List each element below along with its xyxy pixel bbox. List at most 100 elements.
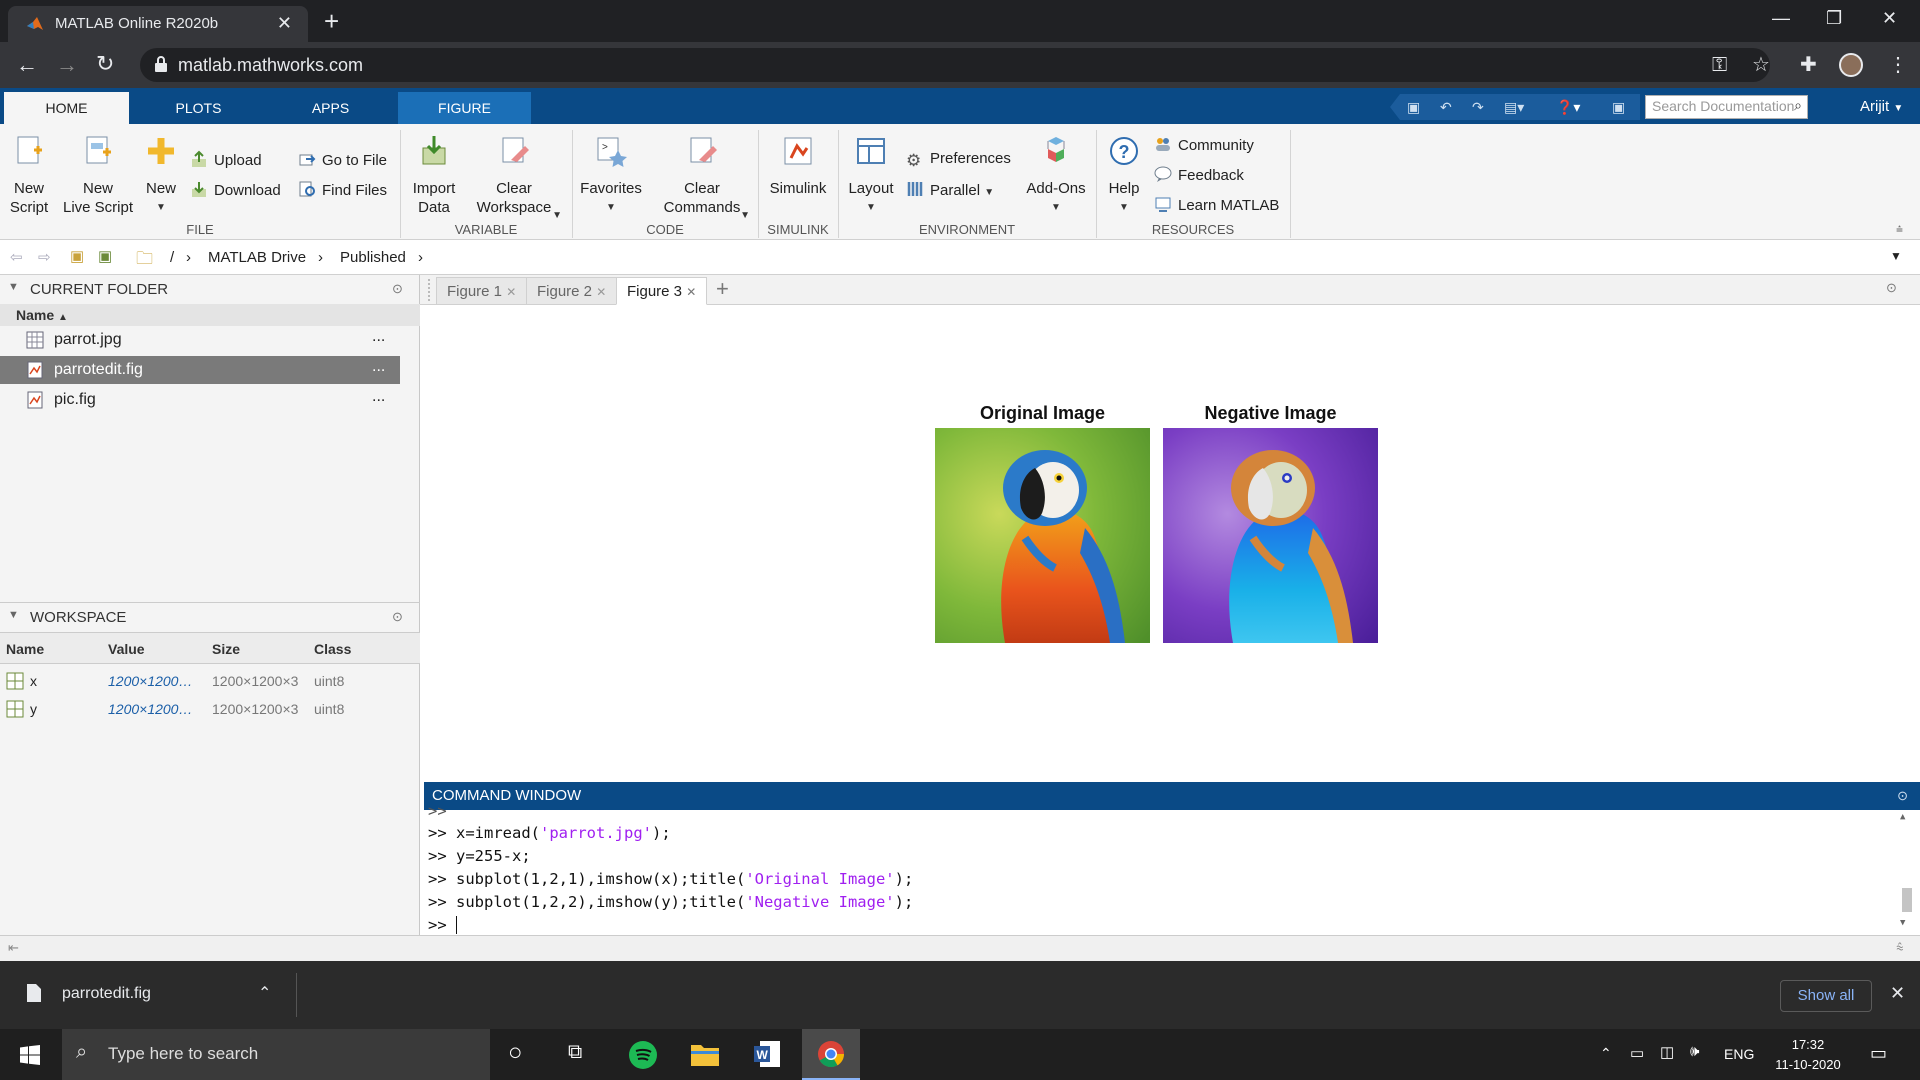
close-icon[interactable]: ✕ — [686, 285, 696, 299]
redo-icon[interactable]: ↷ — [1472, 99, 1484, 116]
collapse-icon[interactable]: ▼ — [8, 281, 19, 293]
preferences-button[interactable]: ⚙ Preferences — [906, 150, 1011, 170]
search-documentation-input[interactable]: Search Documentation ⌕ — [1645, 95, 1808, 119]
layout-button[interactable]: Layout ▼ — [844, 134, 898, 217]
more-options-icon[interactable]: ... — [372, 358, 385, 376]
collapse-left-icon[interactable]: ⇤ — [8, 940, 19, 956]
more-options-icon[interactable]: ... — [372, 388, 385, 406]
reload-icon[interactable]: ↻ — [96, 51, 114, 77]
notifications-icon[interactable]: ▭ — [1870, 1043, 1887, 1064]
scroll-down-icon[interactable]: ▼ — [1900, 918, 1905, 928]
star-icon[interactable]: ☆ — [1752, 52, 1770, 77]
restore-icon[interactable]: ❐ — [1826, 8, 1842, 29]
clear-commands-button[interactable]: Clear Commands ▼ — [652, 134, 752, 221]
file-explorer-icon[interactable] — [690, 1041, 720, 1067]
language-indicator[interactable]: ENG — [1724, 1046, 1754, 1062]
toolstrip-settings-icon[interactable]: ▣ — [1612, 99, 1625, 116]
file-item[interactable]: parrot.jpg ... — [0, 326, 400, 354]
scroll-up-icon[interactable]: ▲ — [1900, 812, 1905, 822]
new-script-button[interactable]: New Script — [8, 134, 50, 217]
simulink-button[interactable]: Simulink — [764, 134, 832, 198]
expand-icon[interactable]: ⩯ — [1896, 940, 1904, 956]
clear-workspace-button[interactable]: Clear Workspace ▼ — [468, 134, 562, 221]
path-forward-icon[interactable]: ⇨ — [38, 248, 51, 266]
collapse-icon[interactable]: ▼ — [8, 609, 19, 621]
path-drive[interactable]: MATLAB Drive — [208, 249, 306, 266]
parallel-button[interactable]: Parallel ▼ — [906, 180, 994, 199]
tab-plots[interactable]: PLOTS — [136, 92, 261, 124]
chrome-taskbar-button[interactable] — [802, 1029, 860, 1080]
tab-home[interactable]: HOME — [4, 92, 129, 124]
switch-windows-icon[interactable]: ▤▾ — [1504, 99, 1524, 116]
new-live-script-button[interactable]: New Live Script — [60, 134, 136, 217]
extensions-icon[interactable]: ✚ — [1800, 52, 1817, 77]
workspace-row[interactable]: x 1200×1200… 1200×1200×3 uint8 — [0, 667, 420, 695]
path-back-icon[interactable]: ⇦ — [10, 248, 23, 266]
back-icon[interactable]: ← — [16, 52, 38, 78]
tab-figure-2[interactable]: Figure 2 ✕ — [526, 277, 618, 305]
browser-tab[interactable]: MATLAB Online R2020b ✕ — [8, 6, 308, 42]
battery-icon[interactable]: ▭ — [1630, 1044, 1644, 1062]
cortana-icon[interactable]: ○ — [508, 1039, 523, 1067]
undo-icon[interactable]: ↶ — [1440, 99, 1452, 116]
panel-options-icon[interactable]: ⊙ — [1897, 788, 1908, 804]
workspace-row[interactable]: y 1200×1200… 1200×1200×3 uint8 — [0, 695, 420, 723]
task-view-icon[interactable]: ⧉ — [568, 1041, 582, 1064]
path-dropdown-icon[interactable]: ▼ — [1890, 249, 1902, 263]
col-class[interactable]: Class — [314, 641, 351, 657]
help-icon[interactable]: ❓▾ — [1556, 99, 1580, 116]
col-name[interactable]: Name — [6, 641, 44, 657]
command-window[interactable]: >> >> x=imread('parrot.jpg'); >> y=255-x… — [424, 802, 1920, 935]
browse-folder-icon[interactable]: ▣ — [98, 247, 112, 265]
find-files-button[interactable]: Find Files — [298, 180, 387, 199]
collapse-toolstrip-icon[interactable]: ⩮ — [1896, 222, 1903, 237]
name-column-header[interactable]: Name ▲ — [0, 304, 420, 326]
minimize-icon[interactable]: — — [1772, 8, 1790, 29]
spotify-icon[interactable] — [628, 1040, 658, 1070]
clock[interactable]: 17:32 11-10-2020 — [1768, 1035, 1848, 1075]
omnibox[interactable]: matlab.mathworks.com — [140, 48, 1770, 82]
close-download-bar-icon[interactable]: ✕ — [1890, 983, 1905, 1004]
tab-figure-3[interactable]: Figure 3 ✕ — [616, 277, 708, 305]
feedback-link[interactable]: Feedback — [1154, 165, 1244, 184]
community-link[interactable]: Community — [1154, 135, 1254, 154]
col-value[interactable]: Value — [108, 641, 145, 657]
download-options-icon[interactable]: ⌃ — [258, 983, 271, 1003]
command-prompt[interactable]: >> — [428, 916, 467, 934]
volume-icon[interactable]: 🕪 — [1690, 1043, 1699, 1060]
col-size[interactable]: Size — [212, 641, 240, 657]
file-item[interactable]: pic.fig ... — [0, 386, 400, 414]
windows-start-icon[interactable] — [20, 1045, 40, 1065]
profile-avatar[interactable] — [1839, 53, 1863, 77]
new-button[interactable]: New ▼ — [142, 134, 180, 217]
command-scrollbar[interactable]: ▲ ▼ — [1900, 812, 1914, 932]
path-root[interactable]: / — [170, 249, 174, 266]
tab-figure-1[interactable]: Figure 1 ✕ — [436, 277, 528, 305]
forward-icon[interactable]: → — [56, 52, 78, 78]
scroll-thumb[interactable] — [1902, 888, 1912, 912]
tab-close-icon[interactable]: ✕ — [277, 13, 292, 34]
file-item-selected[interactable]: parrotedit.fig ... — [0, 356, 400, 384]
close-icon[interactable]: ✕ — [506, 285, 516, 299]
network-icon[interactable]: ◫ — [1660, 1043, 1674, 1061]
show-all-button[interactable]: Show all — [1780, 980, 1872, 1012]
download-button[interactable]: Download — [190, 180, 281, 199]
tab-apps[interactable]: APPS — [268, 92, 393, 124]
more-options-icon[interactable]: ... — [372, 328, 385, 346]
taskbar-search[interactable]: ⌕ Type here to search — [62, 1029, 490, 1080]
new-tab-icon[interactable]: + — [324, 6, 339, 37]
window-close-icon[interactable]: ✕ — [1882, 8, 1897, 29]
save-icon[interactable]: ▣ — [1407, 99, 1420, 116]
favorites-button[interactable]: > Favorites ▼ — [578, 134, 644, 217]
key-icon[interactable]: ⚿ — [1712, 54, 1727, 77]
word-icon[interactable]: W — [752, 1039, 782, 1069]
drag-handle[interactable] — [428, 279, 432, 301]
close-icon[interactable]: ✕ — [596, 285, 606, 299]
help-button[interactable]: ? Help ▼ — [1102, 134, 1146, 217]
panel-options-icon[interactable]: ⊙ — [392, 281, 403, 297]
add-ons-button[interactable]: Add-Ons ▼ — [1020, 134, 1092, 217]
menu-icon[interactable]: ⋮ — [1888, 52, 1908, 77]
user-menu[interactable]: Arijit ▼ — [1860, 98, 1903, 115]
show-hidden-icons[interactable]: ⌃ — [1600, 1045, 1612, 1062]
downloaded-file[interactable]: parrotedit.fig — [62, 985, 151, 1003]
